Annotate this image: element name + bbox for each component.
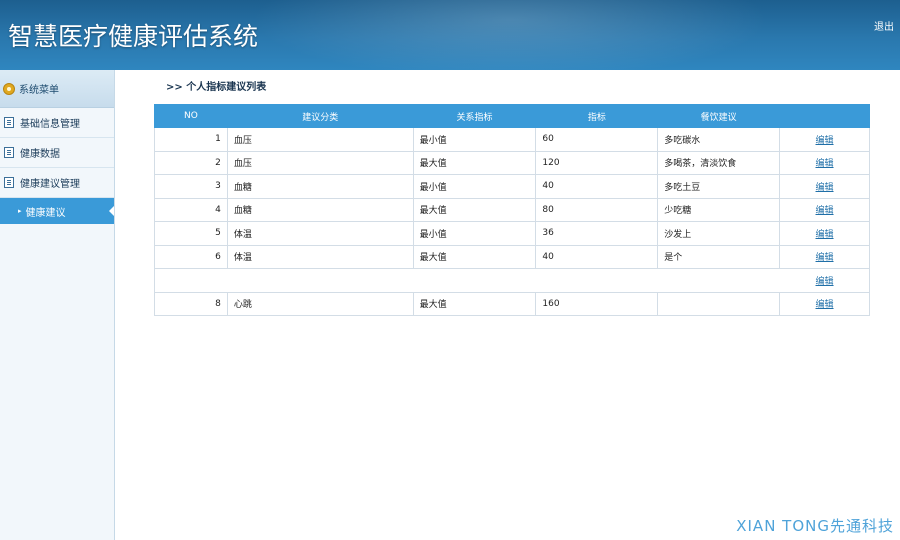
cell-value: 36 <box>535 221 659 246</box>
app-title: 智慧医疗健康评估系统 <box>8 22 259 51</box>
sidebar-item-basic-info[interactable]: 基础信息管理 <box>0 108 114 138</box>
sidebar-item-label: 健康建议管理 <box>20 179 80 190</box>
table-row: 8 心跳 最大值 160 编辑 <box>154 291 870 316</box>
cell-value: 80 <box>535 197 659 222</box>
cell-relation: 最大值 <box>412 197 537 222</box>
edit-link[interactable]: 编辑 <box>816 277 834 287</box>
cell-no: 5 <box>154 221 228 246</box>
cell-category: 心跳 <box>226 291 414 316</box>
advice-table: NO 建议分类 关系指标 指标 餐饮建议 1 血压 最小值 60 多吃碳水 编辑… <box>153 104 870 316</box>
cell-action: 编辑 <box>779 221 870 246</box>
sidebar-subitem-label: 健康建议 <box>25 207 66 219</box>
cell-action: 编辑 <box>779 127 870 152</box>
cell-advice: 多吃碳水 <box>657 127 781 152</box>
col-header-no: NO <box>154 104 228 128</box>
cell-relation: 最大值 <box>412 244 537 269</box>
col-header-advice: 餐饮建议 <box>657 104 781 128</box>
sidebar-menu-header[interactable]: 系统菜单 <box>0 70 114 108</box>
table-row: 4 血糖 最大值 80 少吃糖 编辑 <box>154 197 870 222</box>
cell-relation: 最大值 <box>412 291 537 316</box>
cell-relation: 最小值 <box>412 174 537 199</box>
edit-link[interactable]: 编辑 <box>816 230 834 240</box>
sidebar: 系统菜单 基础信息管理 健康数据 健康建议管理 ▸ 健康建议 <box>0 70 115 540</box>
cell-no: 6 <box>154 244 228 269</box>
cell-relation: 最大值 <box>412 150 537 175</box>
cell-value: 160 <box>535 291 659 316</box>
col-header-category: 建议分类 <box>226 104 414 128</box>
table-row: 2 血压 最大值 120 多喝茶，清淡饮食 编辑 <box>154 150 870 175</box>
header-glow <box>250 0 770 70</box>
cell-action: 编辑 <box>779 244 870 269</box>
cell-category: 血糖 <box>226 174 414 199</box>
cell-no: 3 <box>154 174 228 199</box>
col-header-action <box>779 104 870 128</box>
caret-right-icon: ▸ <box>18 207 22 215</box>
table-header-row: NO 建议分类 关系指标 指标 餐饮建议 <box>154 104 870 128</box>
cell-empty <box>153 268 781 293</box>
cell-value: 40 <box>535 174 659 199</box>
edit-link[interactable]: 编辑 <box>816 253 834 263</box>
sidebar-item-label: 健康数据 <box>20 149 60 160</box>
cell-no: 2 <box>154 150 228 175</box>
cell-relation: 最小值 <box>412 221 537 246</box>
edit-icon <box>4 147 14 158</box>
col-header-value: 指标 <box>535 104 659 128</box>
breadcrumb-text: >> 个人指标建议列表 <box>166 82 267 93</box>
edit-link[interactable]: 编辑 <box>816 300 834 310</box>
table-row: 6 体温 最大值 40 是个 编辑 <box>154 244 870 269</box>
cell-category: 血糖 <box>226 197 414 222</box>
document-icon <box>4 117 14 128</box>
cell-action: 编辑 <box>779 174 870 199</box>
cell-advice: 沙发上 <box>657 221 781 246</box>
app-header: 智慧医疗健康评估系统 退出 <box>0 0 900 70</box>
cell-category: 血压 <box>226 127 414 152</box>
edit-link[interactable]: 编辑 <box>816 183 834 193</box>
cell-no: 8 <box>154 291 228 316</box>
cell-value: 60 <box>535 127 659 152</box>
cell-advice <box>657 291 781 316</box>
edit-link[interactable]: 编辑 <box>816 159 834 169</box>
cell-value: 120 <box>535 150 659 175</box>
col-header-relation: 关系指标 <box>412 104 537 128</box>
edit-icon <box>4 177 14 188</box>
sidebar-item-advice-management[interactable]: 健康建议管理 <box>0 168 114 198</box>
cell-advice: 多喝茶，清淡饮食 <box>657 150 781 175</box>
cell-advice: 是个 <box>657 244 781 269</box>
table-row: 5 体温 最小值 36 沙发上 编辑 <box>154 221 870 246</box>
sidebar-menu-title: 系统菜单 <box>19 85 59 96</box>
cell-action: 编辑 <box>779 291 870 316</box>
logout-link[interactable]: 退出 <box>874 18 894 33</box>
cell-advice: 多吃土豆 <box>657 174 781 199</box>
cell-value: 40 <box>535 244 659 269</box>
cell-action: 编辑 <box>779 197 870 222</box>
cell-category: 血压 <box>226 150 414 175</box>
cell-category: 体温 <box>226 244 414 269</box>
cell-relation: 最小值 <box>412 127 537 152</box>
cell-category: 体温 <box>226 221 414 246</box>
menu-badge-icon <box>3 82 15 95</box>
table-row: 编辑 <box>153 268 870 293</box>
watermark-logo: XIAN TONG先通科技 <box>736 517 894 535</box>
edit-link[interactable]: 编辑 <box>816 206 834 216</box>
cell-action: 编辑 <box>779 150 870 175</box>
cell-action: 编辑 <box>779 268 870 293</box>
cell-no: 4 <box>154 197 228 222</box>
table-row: 1 血压 最小值 60 多吃碳水 编辑 <box>154 127 870 152</box>
breadcrumb: >> 个人指标建议列表 <box>166 78 266 93</box>
cell-no: 1 <box>154 127 228 152</box>
sidebar-subitem-health-advice[interactable]: ▸ 健康建议 <box>0 198 114 224</box>
sidebar-item-label: 基础信息管理 <box>20 119 80 130</box>
edit-link[interactable]: 编辑 <box>816 136 834 146</box>
sidebar-item-health-data[interactable]: 健康数据 <box>0 138 114 168</box>
table-row: 3 血糖 最小值 40 多吃土豆 编辑 <box>154 174 870 199</box>
cell-advice: 少吃糖 <box>657 197 781 222</box>
